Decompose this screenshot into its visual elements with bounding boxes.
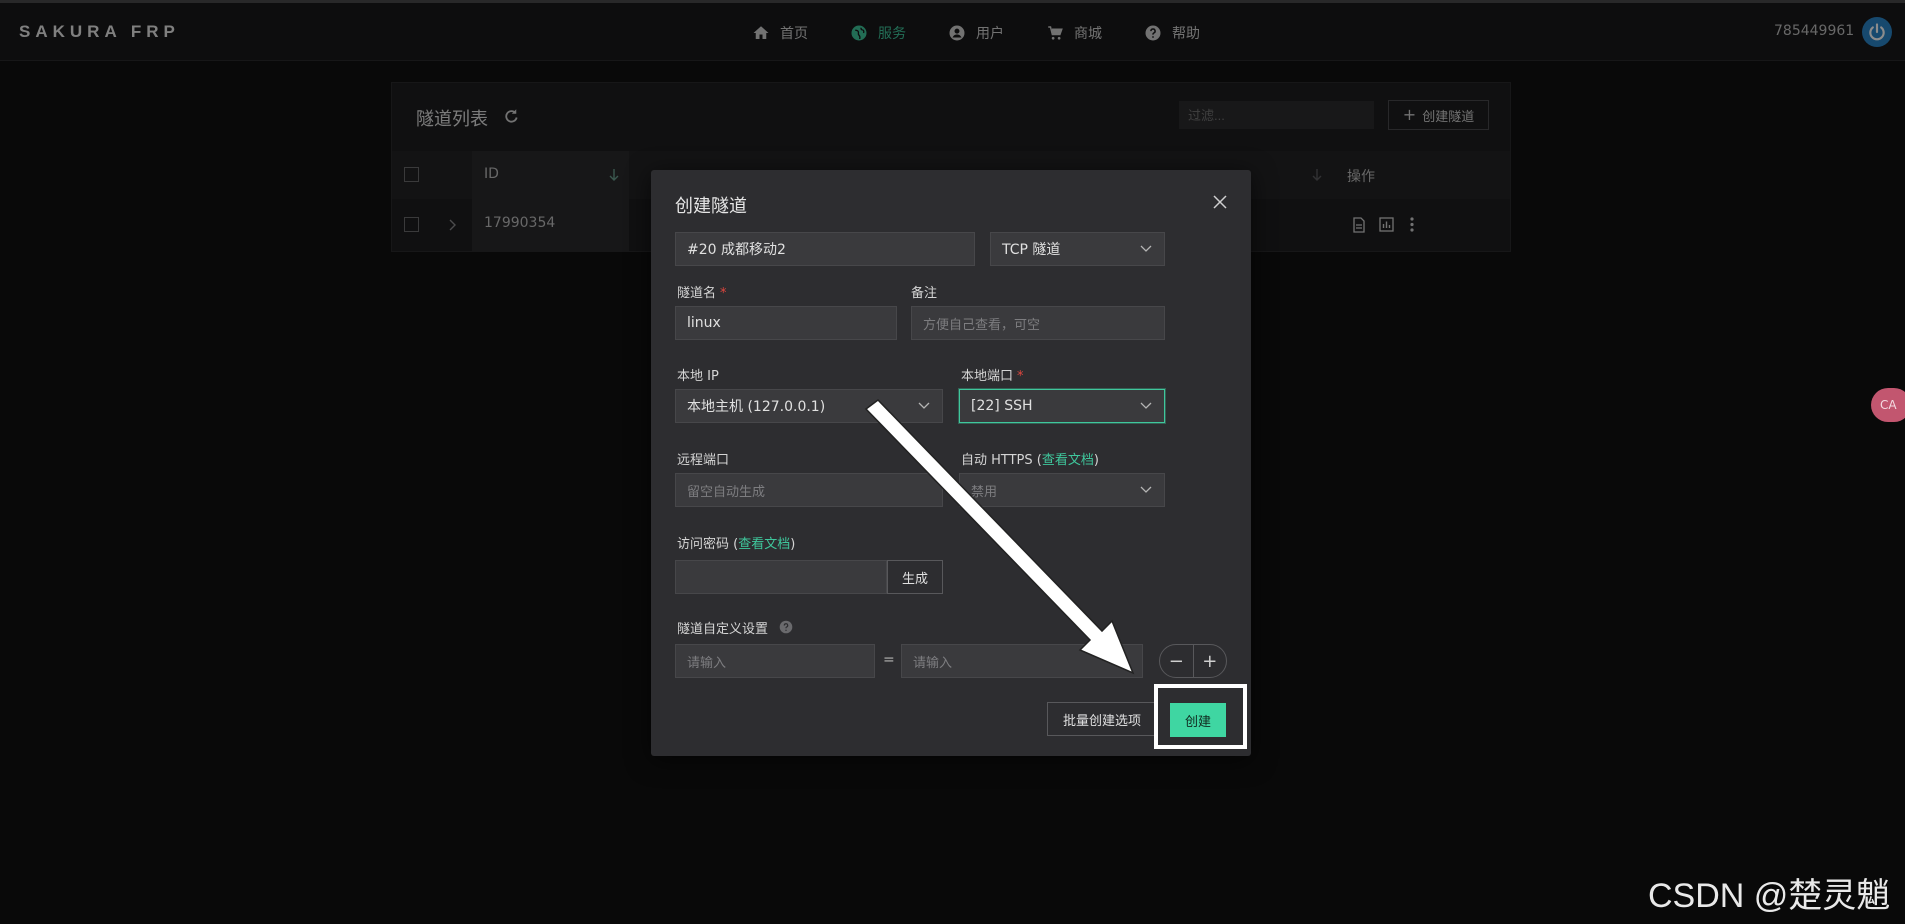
translate-badge: CA bbox=[1880, 398, 1897, 412]
translate-button[interactable]: CA bbox=[1871, 388, 1905, 422]
watermark: CSDN @楚灵魈 bbox=[1648, 877, 1891, 915]
annotation-arrow bbox=[864, 399, 1135, 675]
